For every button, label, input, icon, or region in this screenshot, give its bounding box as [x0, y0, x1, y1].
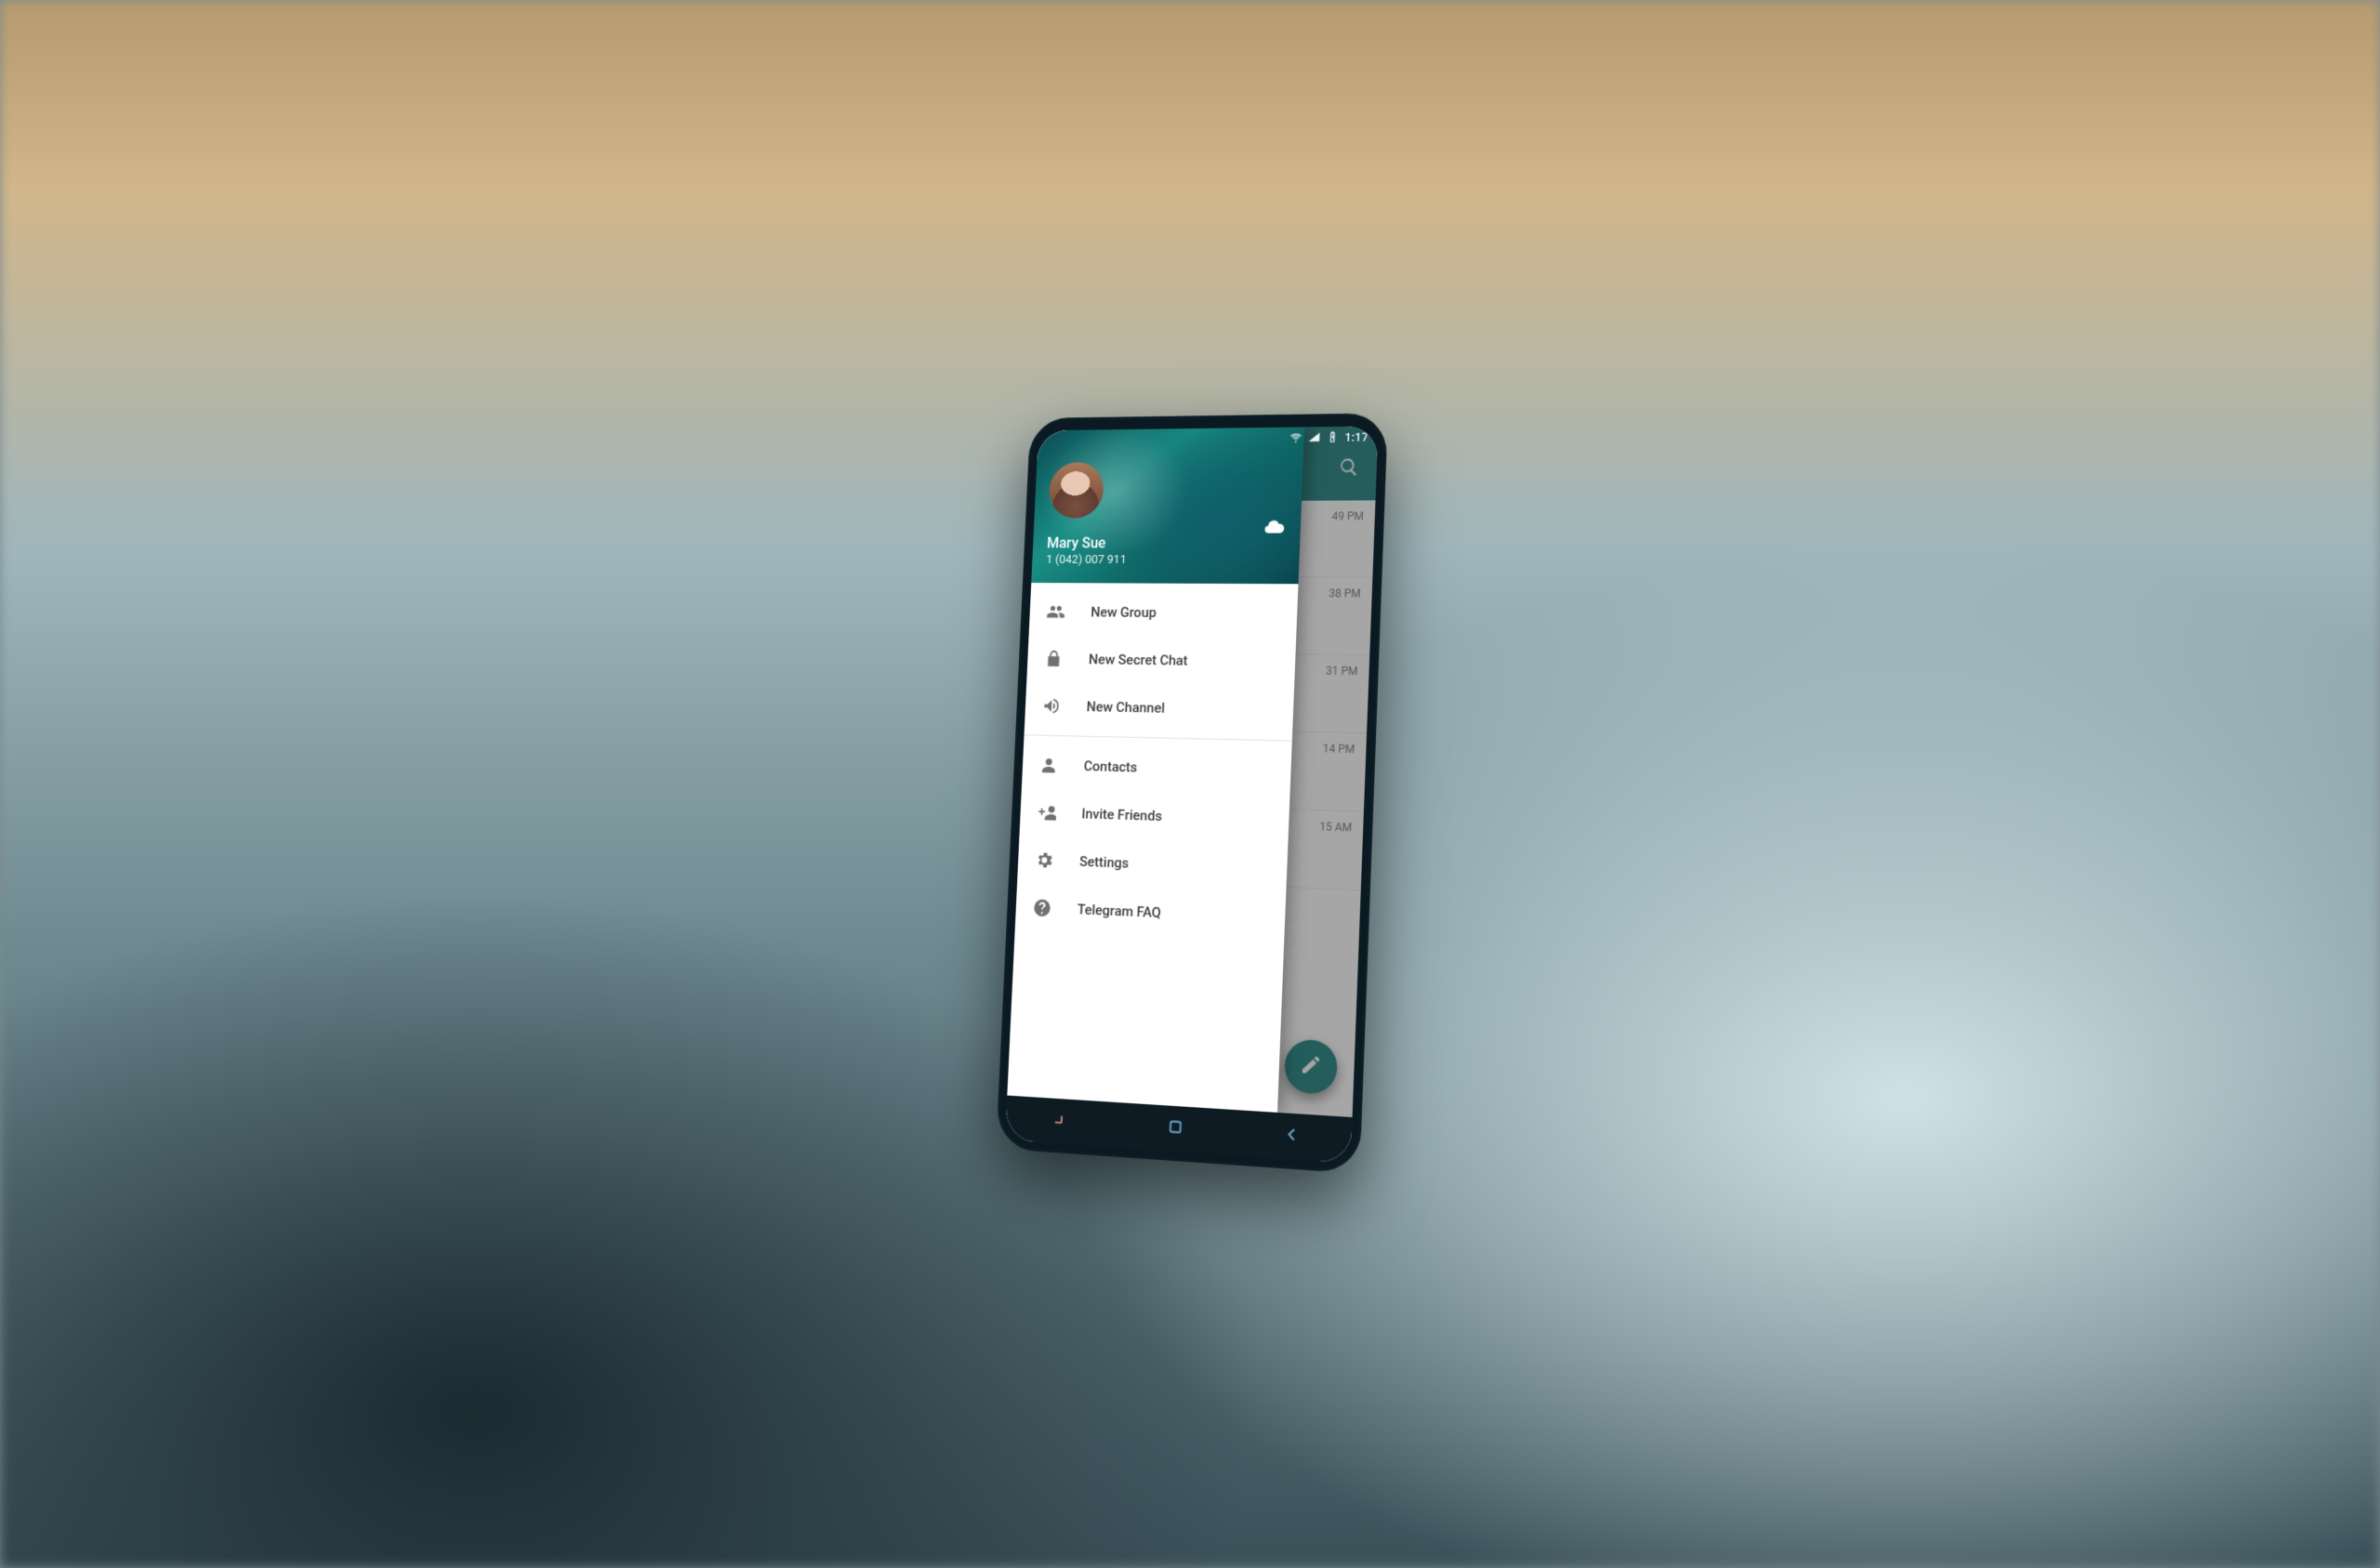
- drawer-list: New Group New Secret Chat New Channel: [1007, 583, 1298, 1113]
- status-bar: 1:17: [1038, 426, 1379, 452]
- navigation-drawer: Mary Sue 1 (042) 007 911 New Group New S…: [1007, 427, 1304, 1112]
- drawer-divider: [1025, 734, 1292, 741]
- cloud-icon: [1263, 516, 1286, 542]
- gear-icon: [1034, 849, 1056, 871]
- drawer-item-contacts[interactable]: Contacts: [1022, 741, 1292, 796]
- person-icon: [1038, 754, 1060, 776]
- drawer-item-invite-friends[interactable]: Invite Friends: [1019, 787, 1289, 844]
- wifi-icon: [1289, 429, 1302, 445]
- drawer-item-label: New Secret Chat: [1089, 651, 1188, 668]
- avatar[interactable]: [1048, 462, 1104, 518]
- group-icon: [1045, 600, 1067, 623]
- phone-frame: 1:17 49 PM 38 PM 31 PM 14 PM 15 AM: [996, 413, 1388, 1174]
- drawer-item-label: Invite Friends: [1081, 805, 1162, 824]
- recents-icon: [1051, 1108, 1072, 1133]
- saved-messages-button[interactable]: [1262, 517, 1287, 541]
- home-icon: [1165, 1115, 1186, 1141]
- nav-home-button[interactable]: [1147, 1104, 1204, 1153]
- drawer-item-label: Settings: [1079, 852, 1130, 871]
- battery-icon: [1326, 429, 1340, 445]
- drawer-item-label: New Channel: [1086, 698, 1165, 716]
- phone-screen: 1:17 49 PM 38 PM 31 PM 14 PM 15 AM: [1005, 426, 1378, 1163]
- profile-phone: 1 (042) 007 911: [1046, 553, 1285, 567]
- drawer-item-new-secret-chat[interactable]: New Secret Chat: [1026, 635, 1296, 686]
- help-icon: [1031, 896, 1053, 919]
- drawer-item-new-channel[interactable]: New Channel: [1025, 681, 1294, 734]
- drawer-item-label: Telegram FAQ: [1077, 901, 1161, 921]
- back-icon: [1281, 1123, 1302, 1149]
- person-add-icon: [1036, 801, 1058, 824]
- drawer-item-label: New Group: [1091, 603, 1157, 620]
- drawer-item-new-group[interactable]: New Group: [1029, 587, 1299, 637]
- status-time: 1:17: [1344, 430, 1368, 443]
- drawer-item-faq[interactable]: Telegram FAQ: [1015, 882, 1287, 942]
- nav-back-button[interactable]: [1263, 1112, 1321, 1161]
- profile-name: Mary Sue: [1047, 534, 1286, 551]
- drawer-item-label: Contacts: [1083, 758, 1137, 775]
- lock-icon: [1043, 648, 1065, 670]
- signal-icon: [1308, 429, 1321, 445]
- nav-recents-button[interactable]: [1035, 1097, 1090, 1145]
- megaphone-icon: [1040, 694, 1063, 717]
